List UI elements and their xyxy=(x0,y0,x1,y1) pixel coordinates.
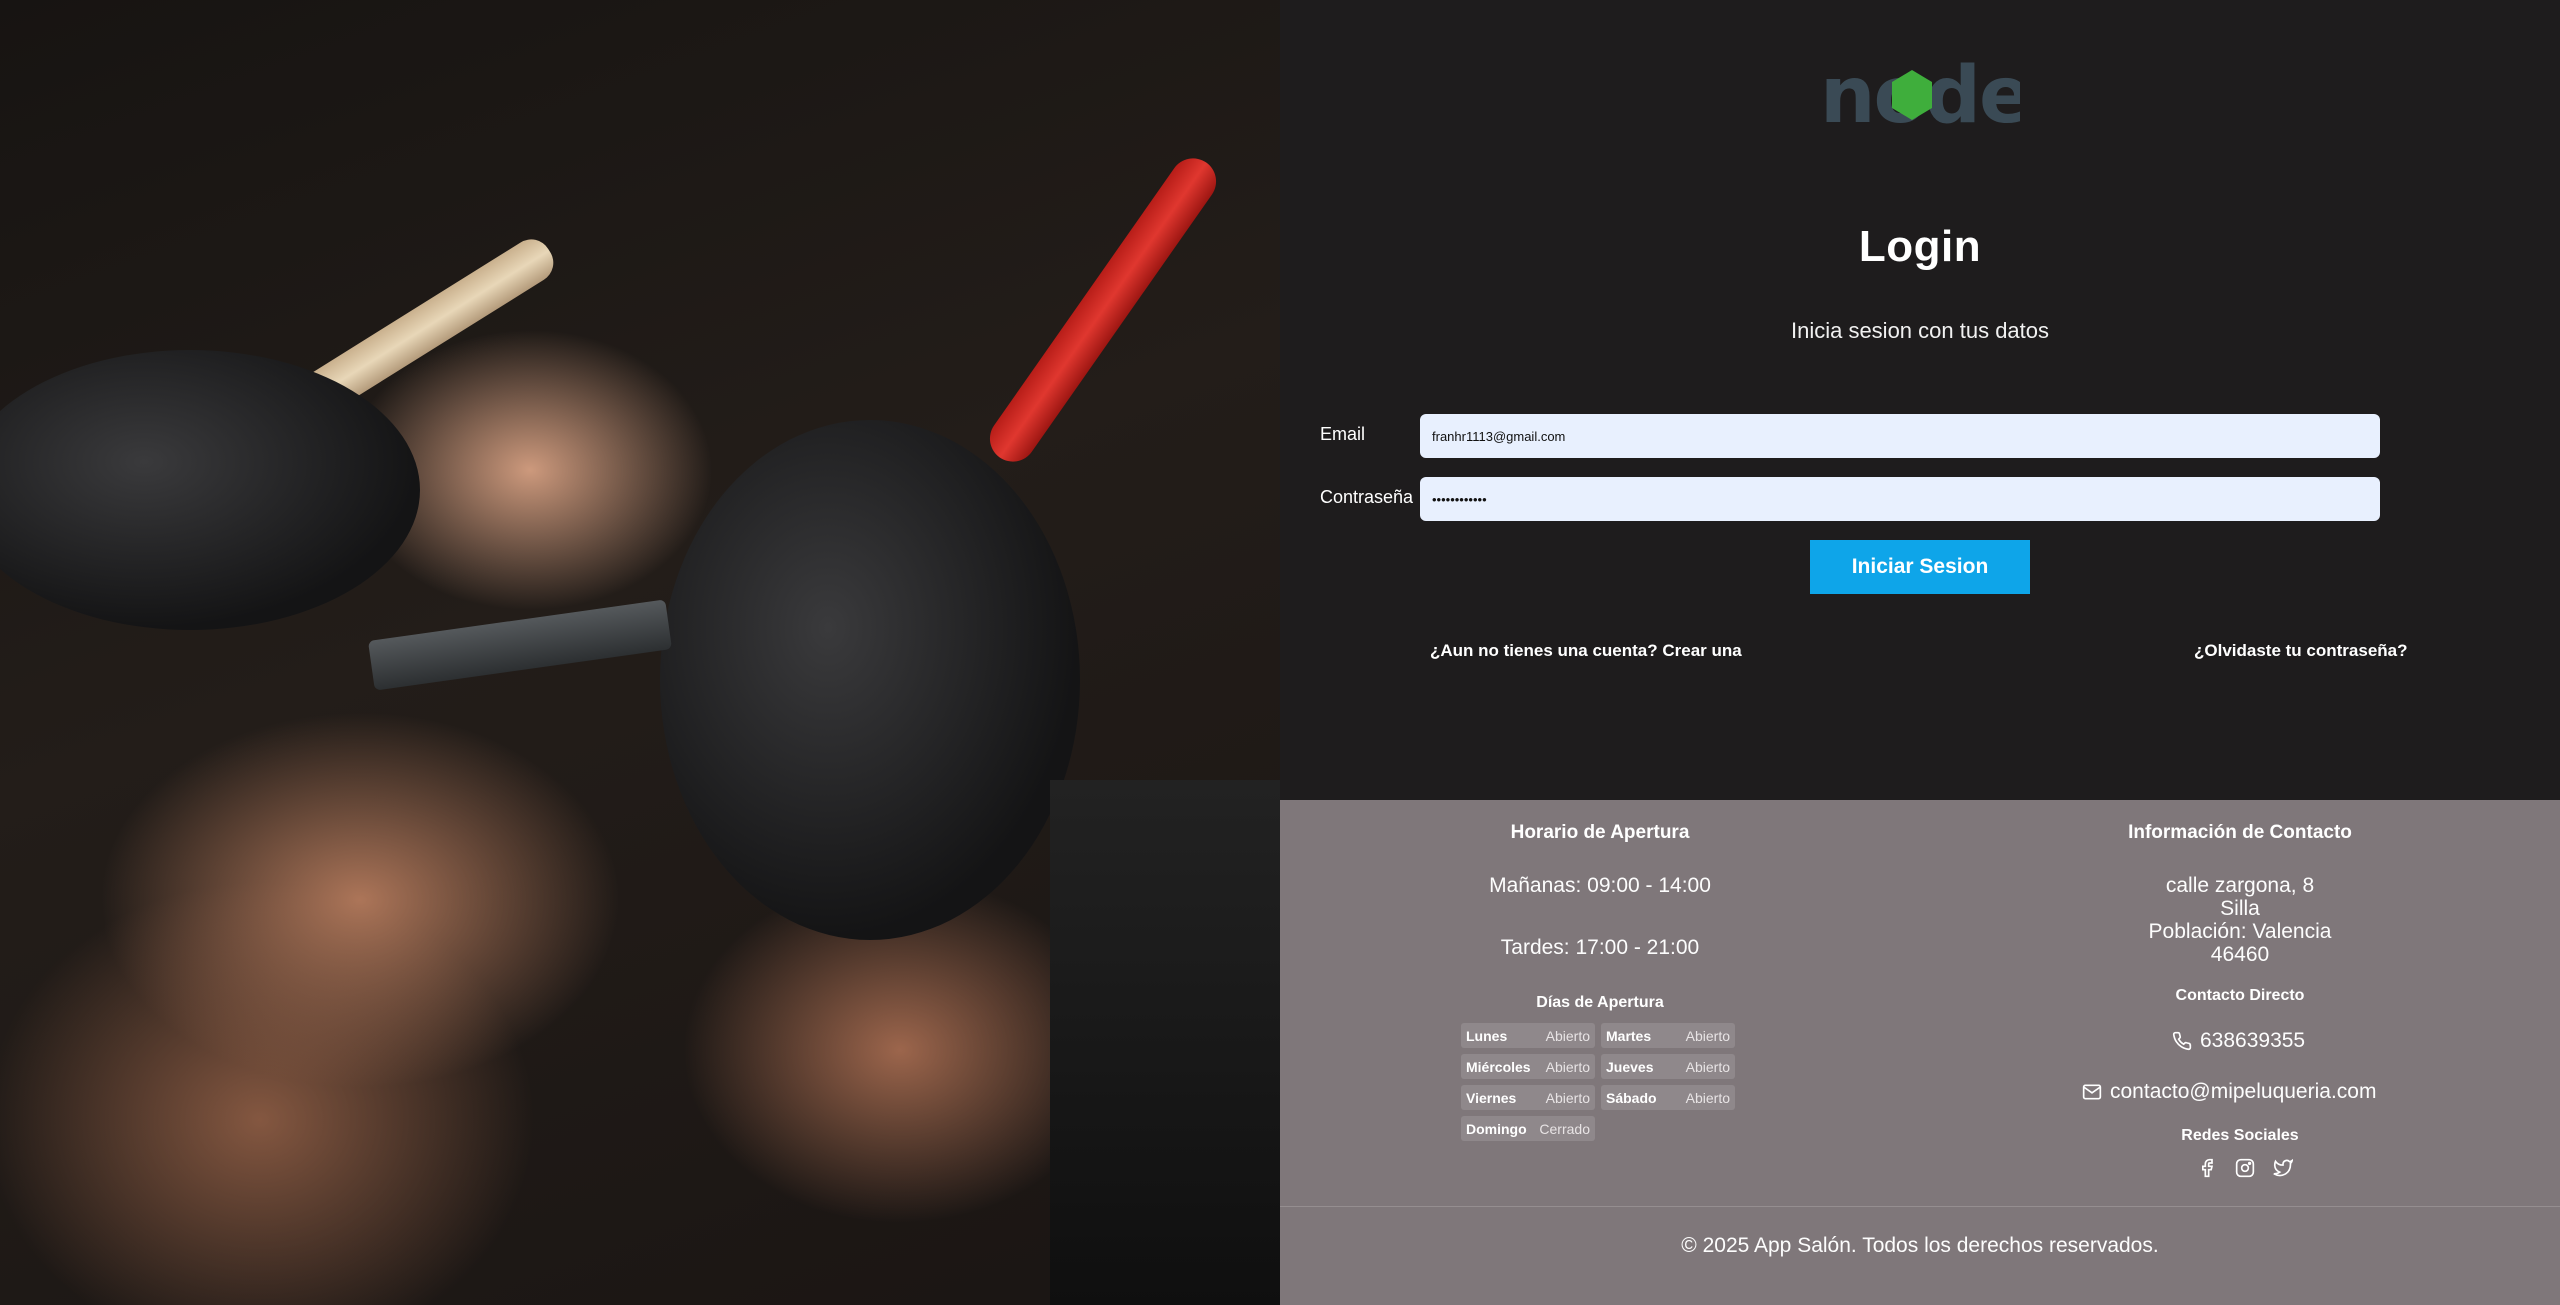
contact-email: contacto@mipeluqueria.com xyxy=(2110,1080,2377,1103)
email-field[interactable] xyxy=(1420,414,2380,458)
footer-divider xyxy=(1280,1206,2560,1207)
twitter-icon[interactable] xyxy=(2273,1158,2293,1178)
razor-handle-red xyxy=(980,149,1226,471)
day-item: Sábado Abierto xyxy=(1601,1085,1735,1110)
facebook-icon[interactable] xyxy=(2197,1158,2217,1178)
hours-afternoon: Tardes: 17:00 - 21:00 xyxy=(1500,936,1700,959)
address-city: Silla xyxy=(2220,897,2260,920)
login-panel: node Login Inicia sesion con tus datos E… xyxy=(1280,0,2560,800)
node-logo: node xyxy=(1820,51,2020,136)
social-title: Redes Sociales xyxy=(2181,1127,2299,1144)
address-region: Población: Valencia xyxy=(2148,920,2332,943)
day-item: Martes Abierto xyxy=(1601,1023,1735,1048)
glove-right xyxy=(660,420,1080,940)
email-line[interactable]: contacto@mipeluqueria.com xyxy=(2082,1080,2376,1104)
mail-icon xyxy=(2082,1084,2102,1100)
email-label: Email xyxy=(1320,424,1366,444)
forgot-password-link[interactable]: ¿Olvidaste tu contraseña? xyxy=(2194,641,2408,661)
copyright: © 2025 App Salón. Todos los derechos res… xyxy=(1681,1234,2159,1257)
hours-title: Horario de Apertura xyxy=(1510,822,1690,843)
towel xyxy=(1050,780,1280,1305)
address-street: calle zargona, 8 xyxy=(2165,874,2315,897)
day-item: Viernes Abierto xyxy=(1461,1085,1595,1110)
password-field[interactable] xyxy=(1420,477,2380,521)
contact-title: Información de Contacto xyxy=(2128,822,2352,843)
address-zip: 46460 xyxy=(2210,943,2270,966)
page-title: Login xyxy=(1858,222,1982,271)
social-links xyxy=(2197,1158,2293,1178)
phone-icon xyxy=(2172,1031,2192,1051)
login-button[interactable]: Iniciar Sesion xyxy=(1810,540,2030,594)
barber-photo xyxy=(0,0,1280,1305)
razor-blade xyxy=(367,599,673,691)
day-item: Domingo Cerrado xyxy=(1461,1116,1595,1141)
day-item: Miércoles Abierto xyxy=(1461,1054,1595,1079)
days-title: Días de Apertura xyxy=(1536,994,1664,1011)
phone-number: 638639355 xyxy=(2200,1029,2306,1052)
days-grid: Lunes Abierto Martes Abierto Miércoles Abie… xyxy=(1461,1023,1741,1141)
create-account-link[interactable]: ¿Aun no tienes una cuenta? Crear una xyxy=(1430,641,1742,661)
instagram-icon[interactable] xyxy=(2235,1158,2255,1178)
direct-contact-title: Contacto Directo xyxy=(2175,987,2305,1004)
day-item: Jueves Abierto xyxy=(1601,1054,1735,1079)
page-subtitle: Inicia sesion con tus datos xyxy=(1790,318,2050,343)
password-label: Contraseña xyxy=(1320,487,1414,507)
hours-morning: Mañanas: 09:00 - 14:00 xyxy=(1489,874,1711,897)
footer: Horario de Apertura Mañanas: 09:00 - 14:… xyxy=(1280,800,2560,1305)
phone-line[interactable]: 638639355 xyxy=(2172,1029,2305,1053)
day-item: Lunes Abierto xyxy=(1461,1023,1595,1048)
